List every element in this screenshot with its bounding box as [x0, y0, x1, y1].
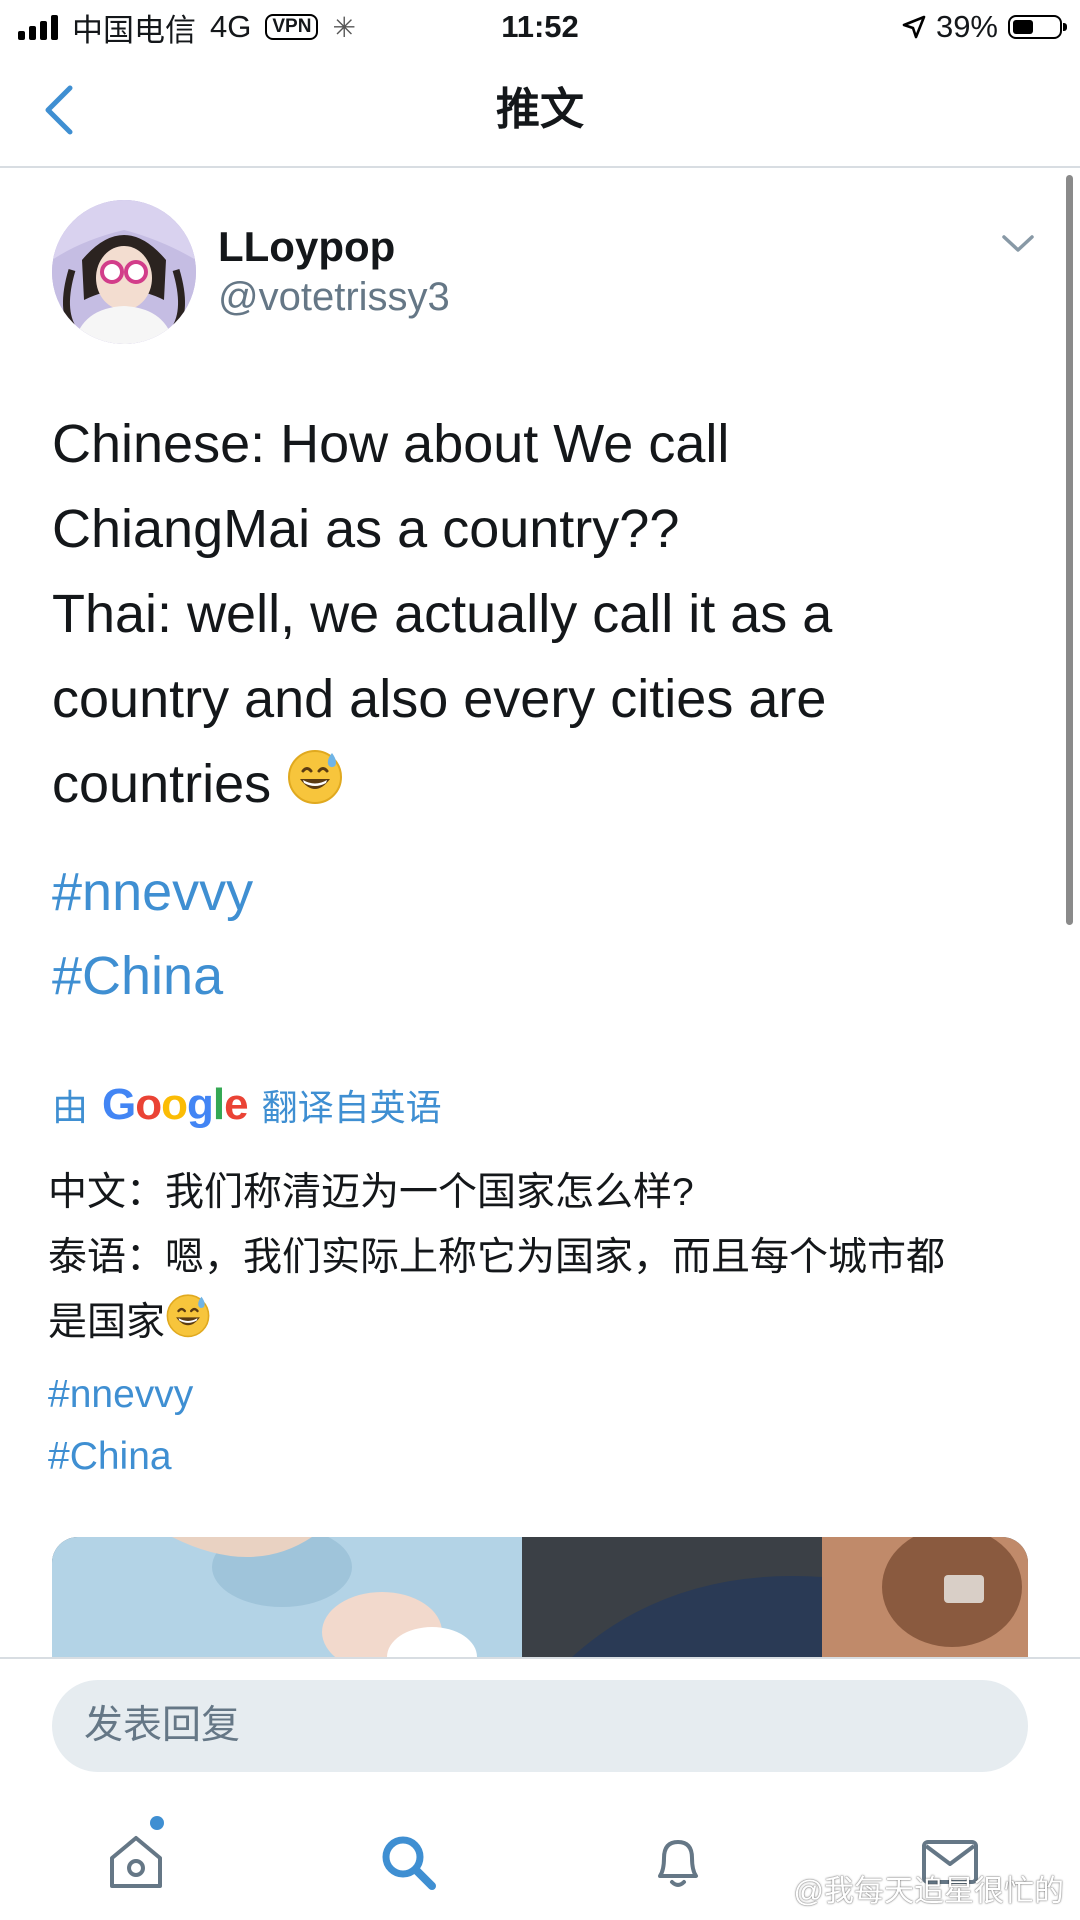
avatar[interactable]	[52, 200, 196, 344]
battery-percent: 39%	[935, 9, 998, 44]
scrollbar[interactable]	[1066, 175, 1073, 925]
tweet-line: countries	[52, 754, 272, 814]
tweet-line: ChiangMai as a country??	[52, 499, 680, 559]
home-notification-dot	[150, 1816, 164, 1830]
watermark: @我每天追星很忙的	[793, 1875, 1064, 1908]
home-icon	[110, 1836, 162, 1888]
google-logo: Google	[102, 1080, 249, 1129]
tweet-text: Chinese: How about We call ChiangMai as …	[52, 402, 1032, 830]
hashtag-link[interactable]: #China	[48, 1426, 172, 1488]
hashtag-link[interactable]: #nnevvy	[48, 1364, 193, 1426]
tweet-line: Thai: well, we actually call it as a	[52, 584, 833, 644]
status-right: 39%	[902, 6, 1067, 48]
search-icon	[382, 1836, 436, 1890]
user-display-name[interactable]: LLoypop	[218, 222, 395, 272]
nav-bar: 推文	[0, 56, 1080, 168]
translated-line-with-emoji: 是国家	[48, 1290, 1038, 1358]
translated-text: 中文：我们称清迈为一个国家怎么样? 泰语：嗯，我们实际上称它为国家，而且每个城市…	[48, 1160, 1038, 1358]
tab-home[interactable]	[104, 1830, 168, 1894]
tab-notifications[interactable]	[646, 1830, 710, 1894]
translated-line: 是国家	[48, 1301, 166, 1344]
reply-input[interactable]: 发表回复	[52, 1680, 1028, 1772]
divider	[0, 1657, 1080, 1659]
translation-attribution[interactable]: 由 Google 翻译自英语	[52, 1075, 442, 1135]
reply-placeholder: 发表回复	[84, 1704, 241, 1747]
media-image	[52, 1537, 1028, 1657]
chevron-down-icon	[1002, 235, 1034, 252]
grinning-sweat-emoji-icon	[165, 1292, 211, 1358]
tweet-media[interactable]	[52, 1537, 1028, 1657]
translated-line: 中文：我们称清迈为一个国家怎么样?	[48, 1171, 694, 1214]
translation-suffix: 翻译自英语	[261, 1087, 442, 1128]
tab-search[interactable]	[376, 1830, 440, 1894]
translated-line: 泰语：嗯，我们实际上称它为国家，而且每个城市都	[48, 1236, 946, 1279]
tweet-line: country and also every cities are	[52, 669, 827, 729]
location-arrow-icon	[902, 15, 926, 39]
tweet-menu-button[interactable]	[998, 228, 1038, 258]
hashtag-link[interactable]: #China	[52, 934, 223, 1018]
translation-prefix: 由	[52, 1087, 89, 1128]
hashtag-link[interactable]: #nnevvy	[52, 850, 253, 934]
grinning-sweat-emoji-icon	[286, 745, 344, 830]
tweet-line-with-emoji: countries	[52, 742, 1032, 830]
avatar-image	[52, 200, 196, 344]
bell-icon	[658, 1840, 698, 1887]
tweet-line: Chinese: How about We call	[52, 414, 730, 474]
user-handle[interactable]: @votetrissy3	[218, 272, 450, 322]
page-title: 推文	[496, 85, 584, 134]
status-bar: 中国电信 4G VPN ✳ 11:52 39%	[0, 0, 1080, 56]
battery-icon	[1008, 15, 1067, 39]
